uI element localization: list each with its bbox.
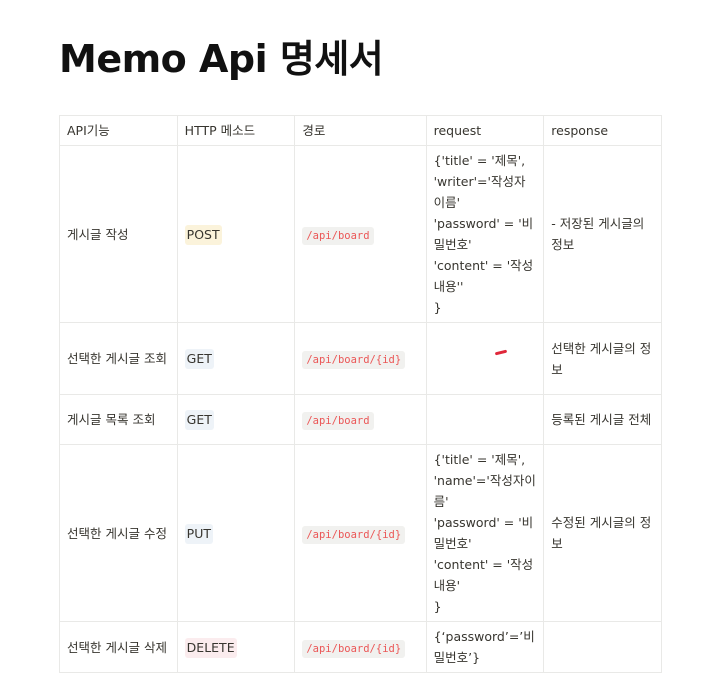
method-tag-delete: DELETE [184, 637, 237, 658]
header-response: response [543, 115, 662, 146]
feature-cell: 선택한 게시글 수정 [59, 444, 178, 622]
header-feature: API기능 [59, 115, 178, 146]
api-spec-table: API기능 HTTP 메소드 경로 request response 게시글 작… [59, 115, 662, 673]
path-cell: /api/board [294, 394, 427, 445]
response-cell: - 저장된 게시글의 정보 [543, 145, 662, 323]
path-code: /api/board/{id} [302, 351, 406, 369]
path-code: /api/board [302, 226, 374, 245]
response-cell: 등록된 게시글 전체 [543, 394, 662, 445]
red-mark-icon [495, 349, 508, 356]
feature-cell: 선택한 게시글 삭제 [59, 621, 178, 673]
path-code: /api/board [302, 412, 374, 430]
feature-cell: 게시글 목록 조회 [59, 394, 178, 445]
method-tag-post: POST [184, 224, 222, 245]
feature-cell: 선택한 게시글 조회 [59, 322, 178, 395]
page-title: Memo Api 명세서 [59, 37, 384, 81]
response-cell [543, 621, 662, 673]
table-row: 선택한 게시글 수정 PUT /api/board/{id} {'title' … [59, 444, 662, 622]
method-cell: DELETE [176, 621, 296, 673]
request-cell: {‘password’=’비밀번호’} [425, 621, 545, 673]
table-row: 게시글 목록 조회 GET /api/board 등록된 게시글 전체 [59, 394, 662, 445]
table-row: 선택한 게시글 조회 GET /api/board/{id} 선택한 게시글의 … [59, 322, 662, 395]
path-cell: /api/board/{id} [294, 621, 427, 673]
method-cell: PUT [176, 444, 296, 622]
path-cell: /api/board/{id} [294, 322, 427, 395]
method-tag-get: GET [184, 349, 214, 369]
request-cell: {'title' = '제목', 'name'='작성자이름' 'passwor… [425, 444, 545, 622]
method-tag-get: GET [184, 410, 214, 430]
method-cell: GET [176, 394, 296, 445]
path-code: /api/board/{id} [302, 525, 406, 544]
request-cell [425, 322, 545, 395]
method-cell: GET [176, 322, 296, 395]
response-cell: 수정된 게시글의 정보 [543, 444, 662, 622]
path-cell: /api/board [294, 145, 427, 323]
table-row: 게시글 작성 POST /api/board {'title' = '제목', … [59, 145, 662, 323]
request-cell [425, 394, 545, 445]
header-request: request [425, 115, 545, 146]
header-http-method: HTTP 메소드 [176, 115, 296, 146]
path-cell: /api/board/{id} [294, 444, 427, 622]
method-cell: POST [176, 145, 296, 323]
method-tag-put: PUT [184, 523, 213, 544]
header-path: 경로 [294, 115, 427, 146]
request-cell: {'title' = '제목', 'writer'='작성자이름' 'passw… [425, 145, 545, 323]
path-code: /api/board/{id} [302, 639, 406, 658]
table-header-row: API기능 HTTP 메소드 경로 request response [59, 115, 662, 146]
response-cell: 선택한 게시글의 정보 [543, 322, 662, 395]
feature-cell: 게시글 작성 [59, 145, 178, 323]
table-row: 선택한 게시글 삭제 DELETE /api/board/{id} {‘pass… [59, 621, 662, 673]
